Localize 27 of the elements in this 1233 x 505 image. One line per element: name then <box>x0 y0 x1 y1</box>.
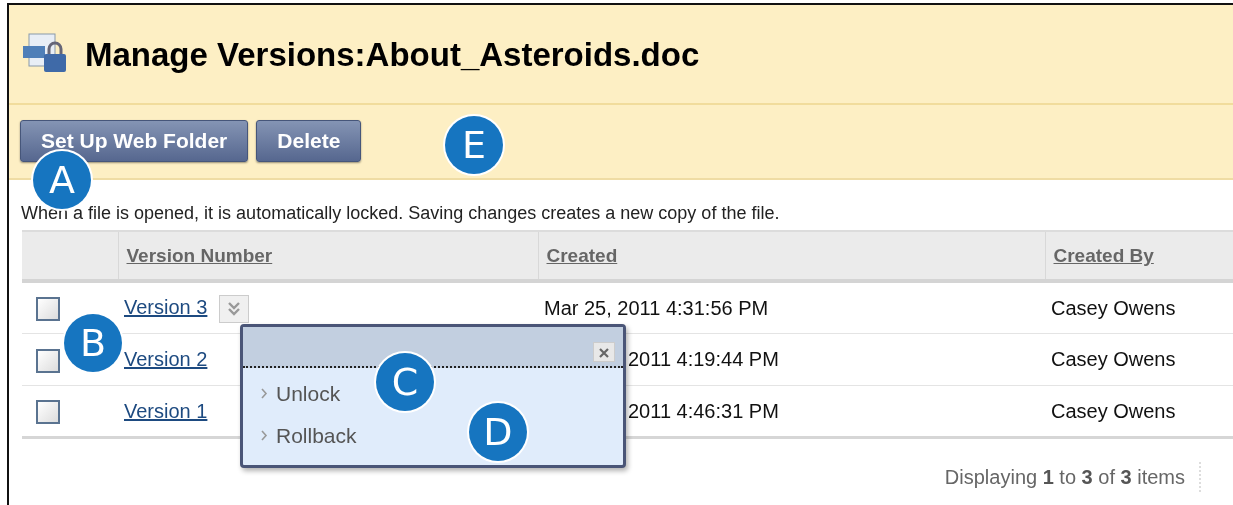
version-link[interactable]: Version 2 <box>124 348 208 370</box>
toolbar-button[interactable]: Set Up Web Folder <box>20 120 249 163</box>
chevron-icon <box>261 429 268 441</box>
row-checkbox[interactable] <box>36 400 60 425</box>
version-link[interactable]: Version 3 <box>124 296 208 319</box>
page-title: Manage Versions:About_Asteroids.doc <box>85 37 700 71</box>
creator-name: Casey Owens <box>1051 296 1176 319</box>
chevron-icon <box>261 388 268 400</box>
menu-item[interactable]: Rollback <box>276 419 357 451</box>
row-checkbox[interactable] <box>36 297 60 322</box>
close-button[interactable] <box>593 342 615 362</box>
column-header[interactable]: Version Number <box>126 245 273 267</box>
close-icon <box>598 346 610 359</box>
created-date: Mar 25, 2011 4:31:56 PM <box>544 296 769 319</box>
pagination-text: Displaying 1 to 3 of 3 items <box>944 462 1201 492</box>
chevron-icon <box>227 301 242 318</box>
toolbar-button[interactable]: Delete <box>256 120 362 163</box>
creator-name: Casey Owens <box>1051 348 1176 370</box>
creator-name: Casey Owens <box>1051 399 1176 422</box>
created-date: 2011 4:19:44 PM <box>628 348 779 370</box>
menu-button[interactable] <box>219 295 250 324</box>
callout-marker: B <box>64 314 122 372</box>
row-checkbox[interactable] <box>36 348 60 373</box>
version-link[interactable]: Version 1 <box>124 399 208 422</box>
column-header[interactable]: Created <box>546 245 618 267</box>
created-date: 2011 4:46:31 PM <box>628 399 779 422</box>
menu-item[interactable]: Unlock <box>276 378 341 410</box>
